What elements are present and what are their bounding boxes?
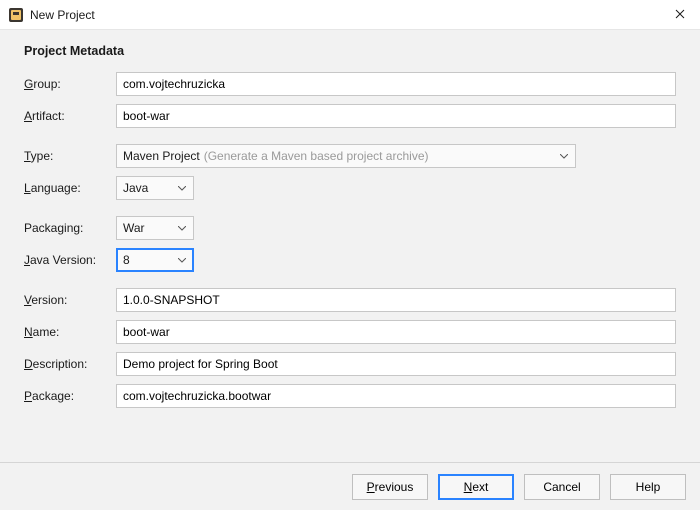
java-version-select-value: 8 bbox=[123, 253, 130, 267]
close-button[interactable] bbox=[660, 0, 700, 30]
name-label: Name: bbox=[24, 323, 106, 341]
type-select-value: Maven Project bbox=[123, 149, 200, 163]
language-select[interactable]: Java bbox=[116, 176, 194, 200]
language-label: Language: bbox=[24, 179, 106, 197]
chevron-down-icon bbox=[557, 149, 571, 163]
next-button[interactable]: Next bbox=[438, 474, 514, 500]
group-label: Group: bbox=[24, 75, 106, 93]
titlebar: New Project bbox=[0, 0, 700, 30]
packaging-select[interactable]: War bbox=[116, 216, 194, 240]
java-version-label: Java Version: bbox=[24, 251, 106, 269]
type-label: Type: bbox=[24, 147, 106, 165]
description-input[interactable] bbox=[116, 352, 676, 376]
type-select-hint: (Generate a Maven based project archive) bbox=[204, 149, 429, 163]
chevron-down-icon bbox=[175, 181, 189, 195]
description-label: Description: bbox=[24, 355, 106, 373]
cancel-button[interactable]: Cancel bbox=[524, 474, 600, 500]
content: Project Metadata Group: Artifact: Type: … bbox=[0, 30, 700, 408]
group-input[interactable] bbox=[116, 72, 676, 96]
java-version-select[interactable]: 8 bbox=[116, 248, 194, 272]
app-icon bbox=[8, 7, 24, 23]
section-title: Project Metadata bbox=[24, 44, 676, 58]
package-input[interactable] bbox=[116, 384, 676, 408]
packaging-label: Packaging: bbox=[24, 219, 106, 237]
chevron-down-icon bbox=[175, 221, 189, 235]
artifact-input[interactable] bbox=[116, 104, 676, 128]
version-input[interactable] bbox=[116, 288, 676, 312]
artifact-label: Artifact: bbox=[24, 107, 106, 125]
footer: Previous Next Cancel Help bbox=[0, 462, 700, 510]
packaging-select-value: War bbox=[123, 221, 145, 235]
language-select-value: Java bbox=[123, 181, 148, 195]
previous-button[interactable]: Previous bbox=[352, 474, 428, 500]
close-icon bbox=[675, 8, 685, 22]
help-button[interactable]: Help bbox=[610, 474, 686, 500]
chevron-down-icon bbox=[175, 253, 189, 267]
name-input[interactable] bbox=[116, 320, 676, 344]
type-select[interactable]: Maven Project (Generate a Maven based pr… bbox=[116, 144, 576, 168]
package-label: Package: bbox=[24, 387, 106, 405]
version-label: Version: bbox=[24, 291, 106, 309]
window-title: New Project bbox=[30, 8, 95, 22]
